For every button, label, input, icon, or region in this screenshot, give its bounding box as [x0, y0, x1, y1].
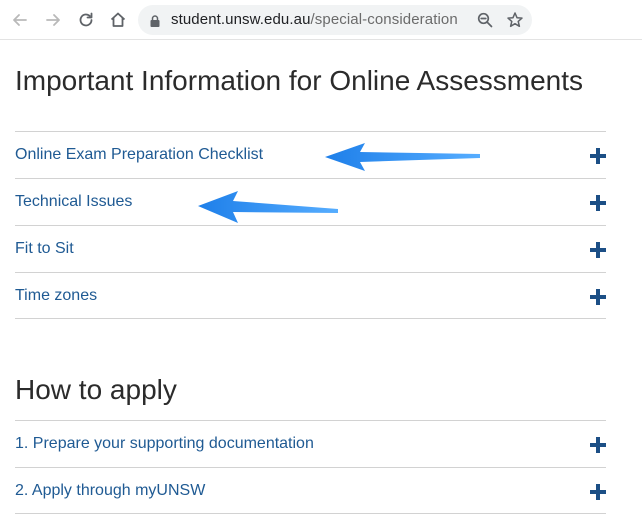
section-title-how-to-apply: How to apply	[15, 374, 177, 405]
plus-icon[interactable]	[590, 484, 606, 500]
url-path: /special-consideration	[310, 11, 458, 28]
accordion-item-time-zones[interactable]: Time zones	[15, 272, 606, 319]
plus-icon[interactable]	[590, 195, 606, 211]
reload-icon[interactable]	[75, 9, 97, 31]
plus-icon[interactable]	[590, 242, 606, 258]
accordion-item-fit-to-sit[interactable]: Fit to Sit	[15, 225, 606, 272]
accordion-item-label[interactable]: Online Exam Preparation Checklist	[15, 146, 263, 164]
accordion-item-label[interactable]: 1. Prepare your supporting documentation	[15, 435, 314, 453]
url-host: student.unsw.edu.au	[171, 11, 311, 28]
accordion-item-prepare-documentation[interactable]: 1. Prepare your supporting documentation	[15, 420, 606, 467]
accordion-how-to-apply: 1. Prepare your supporting documentation…	[15, 420, 606, 514]
home-icon[interactable]	[107, 9, 129, 31]
back-arrow-icon[interactable]	[9, 9, 31, 31]
accordion-online-assessments: Online Exam Preparation Checklist Techni…	[15, 131, 606, 319]
accordion-item-label[interactable]: 2. Apply through myUNSW	[15, 482, 205, 500]
accordion-item-label[interactable]: Fit to Sit	[15, 240, 74, 258]
star-icon[interactable]	[506, 11, 524, 34]
lock-icon[interactable]	[150, 14, 160, 32]
accordion-item-exam-checklist[interactable]: Online Exam Preparation Checklist	[15, 131, 606, 178]
forward-arrow-icon[interactable]	[42, 9, 64, 31]
section-title-online-assessments: Important Information for Online Assessm…	[15, 65, 584, 96]
accordion-item-technical-issues[interactable]: Technical Issues	[15, 178, 606, 225]
accordion-item-apply-myunsw[interactable]: 2. Apply through myUNSW	[15, 467, 606, 514]
accordion-item-label[interactable]: Technical Issues	[15, 193, 132, 211]
url-text[interactable]: student.unsw.edu.au/special-consideratio…	[171, 12, 458, 28]
accordion-item-label[interactable]: Time zones	[15, 287, 97, 305]
plus-icon[interactable]	[590, 437, 606, 453]
address-bar[interactable]: student.unsw.edu.au/special-consideratio…	[138, 5, 532, 35]
browser-toolbar: student.unsw.edu.au/special-consideratio…	[0, 0, 642, 40]
plus-icon[interactable]	[590, 148, 606, 164]
zoom-icon[interactable]	[476, 11, 494, 34]
plus-icon[interactable]	[590, 289, 606, 305]
